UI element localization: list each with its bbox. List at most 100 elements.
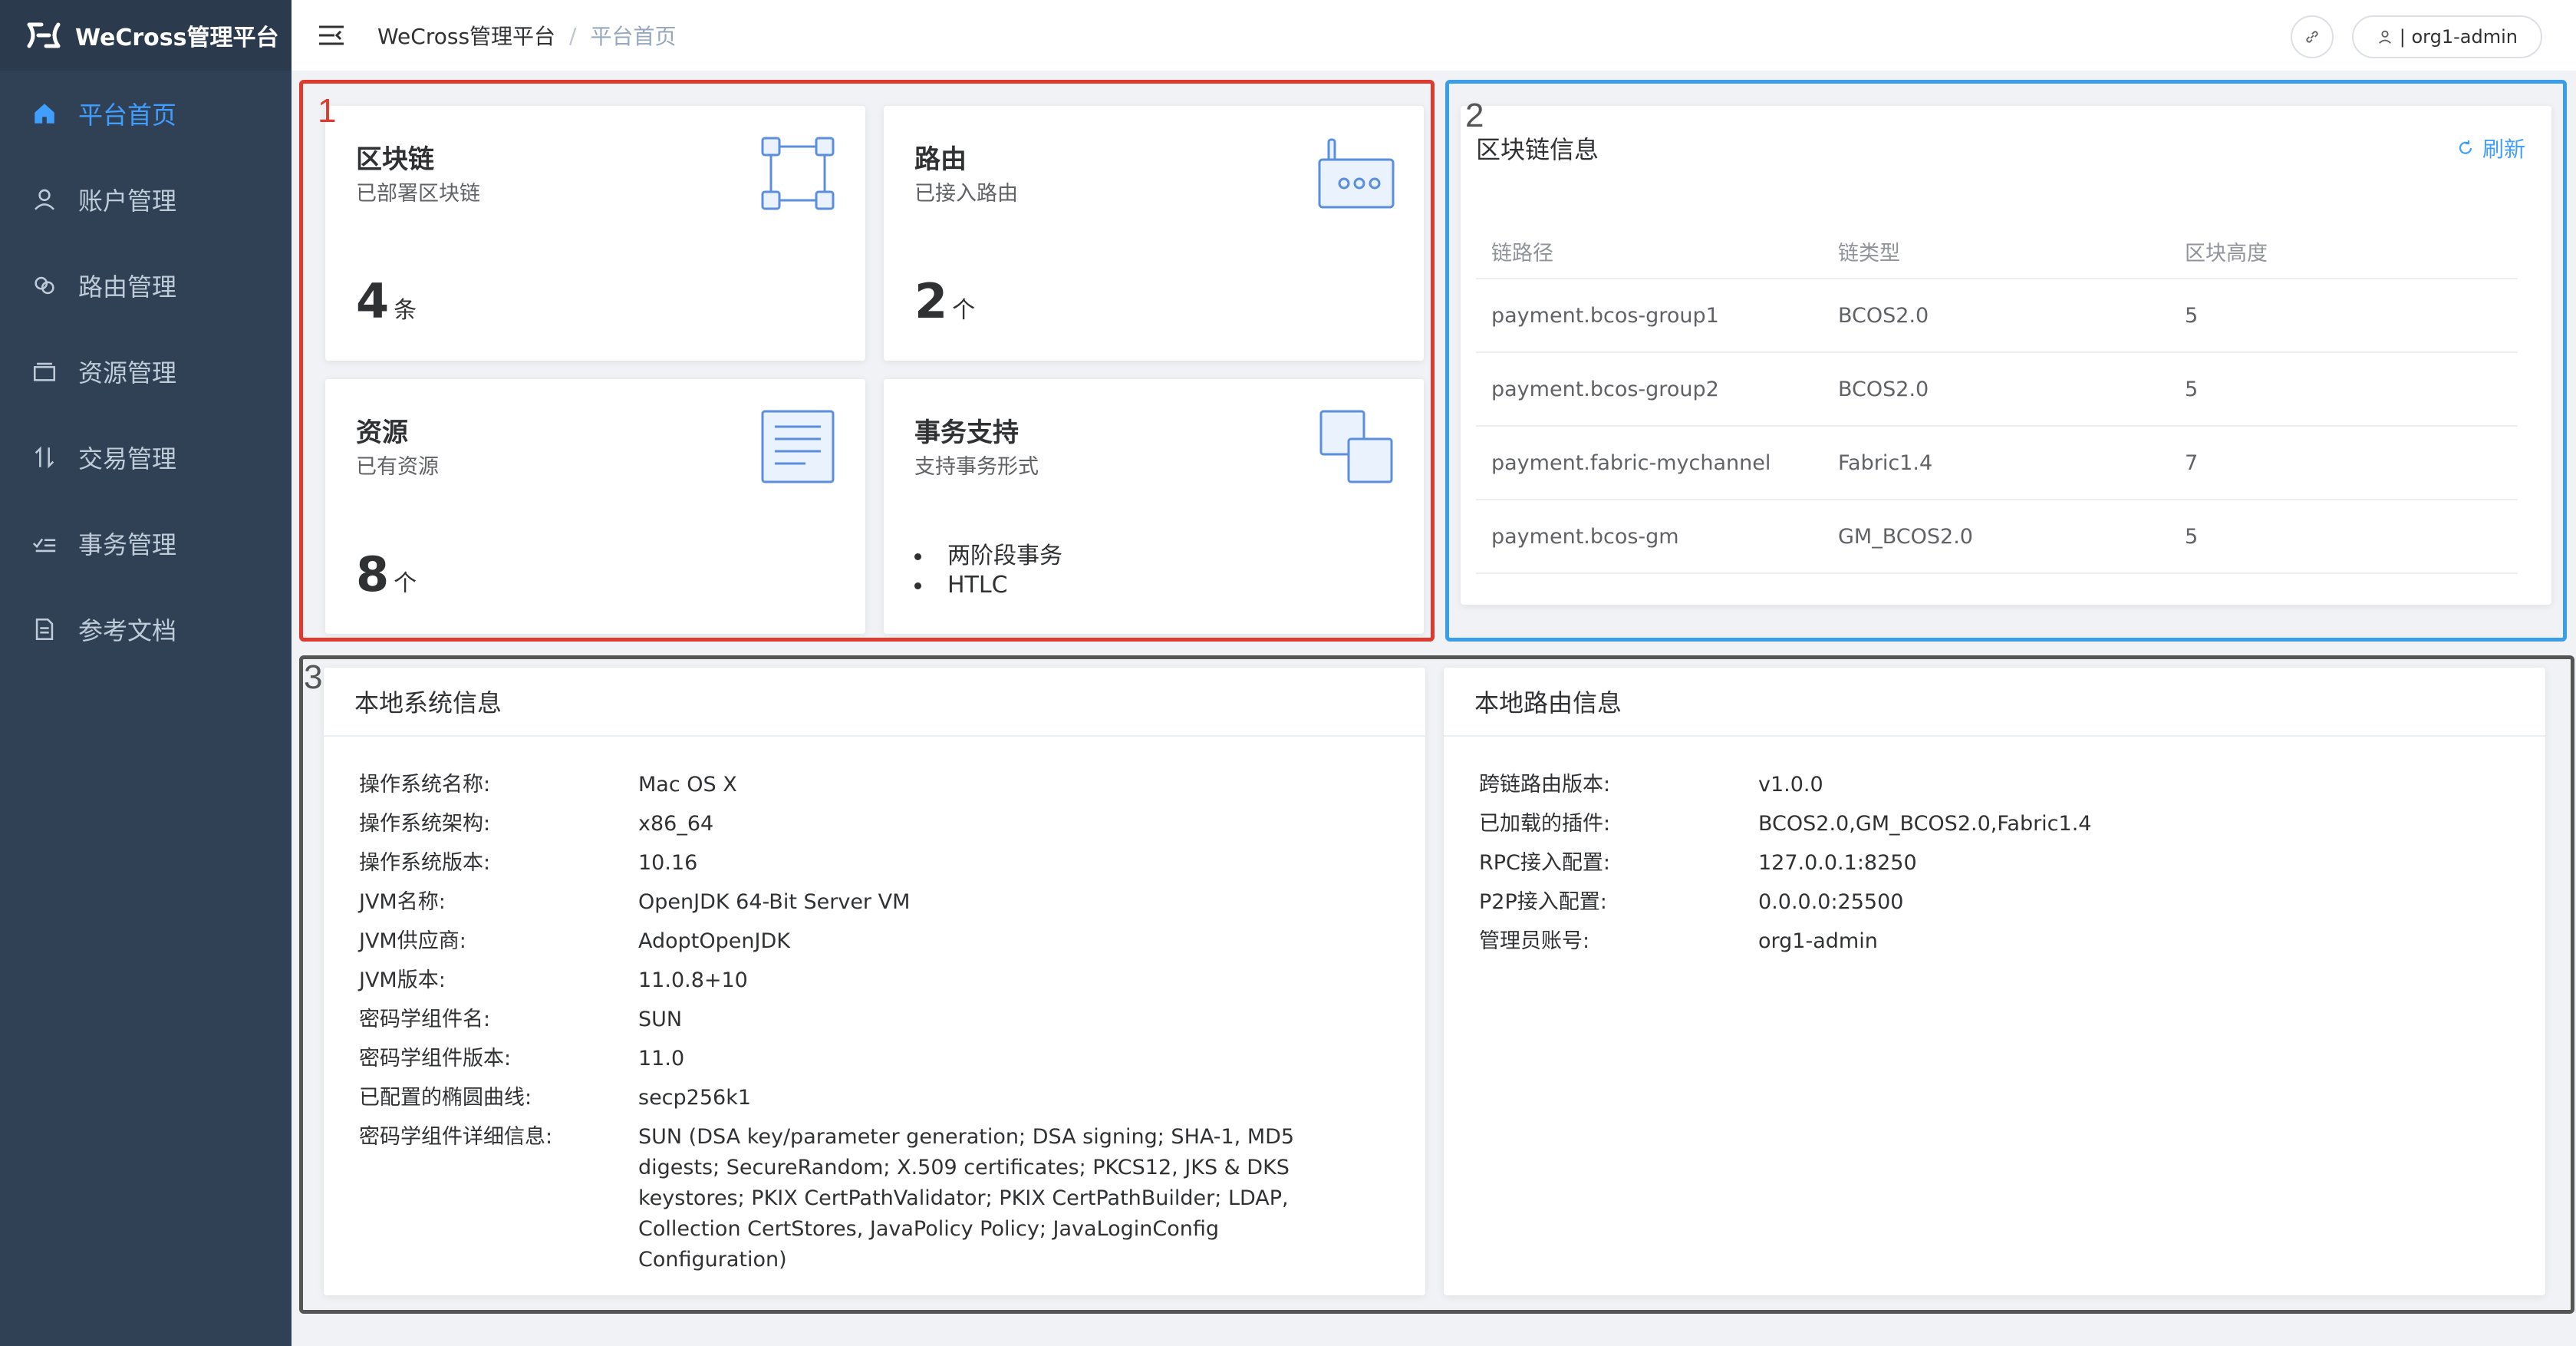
link-icon [29,270,60,301]
blockchain-icon [761,137,835,210]
router-info-list: 跨链路由版本: v1.0.0 已加载的插件: BCOS2.0,GM_BCOS2.0,… [1479,772,2472,968]
router-count-card: 路由 已接入路由 2个 [884,106,1424,361]
breadcrumb-root[interactable]: WeCross管理平台 [377,20,555,51]
sidebar-item-label: 事务管理 [78,530,177,559]
annotation-label-2: 2 [1465,97,1484,134]
stat-subtitle: 已有资源 [356,455,439,479]
info-row: 操作系统名称: Mac OS X [359,773,737,797]
transaction-types-list: 两阶段事务 HTLC [914,542,1062,600]
stat-subtitle: 已部署区块链 [356,182,480,206]
table-row[interactable]: payment.bcos-group1 BCOS2.0 5 [1476,279,2518,353]
stat-value: 4条 [356,273,417,329]
table-row[interactable]: payment.bcos-group2 BCOS2.0 5 [1476,353,2518,427]
table-cell: payment.bcos-group1 [1491,303,1719,328]
info-row: 跨链路由版本: v1.0.0 [1479,773,1823,797]
resource-doc-icon [761,410,835,483]
annotation-label-3: 3 [304,658,323,696]
checklist-icon [29,528,60,559]
list-item: HTLC [914,571,1062,600]
link-icon [2306,31,2318,43]
info-row: 已加载的插件: BCOS2.0,GM_BCOS2.0,Fabric1.4 [1479,812,2092,836]
sidebar-item-routers[interactable]: 路由管理 [0,242,292,328]
info-row: 管理员账号: org1-admin [1479,929,1878,953]
stat-title: 资源 [356,417,408,448]
table-row[interactable]: payment.bcos-gm GM_BCOS2.0 5 [1476,500,2518,574]
card-title: 本地路由信息 [1444,668,2545,737]
column-header[interactable]: 链类型 [1823,236,2169,266]
column-header[interactable]: 区块高度 [2169,236,2518,266]
user-icon [29,184,60,215]
collapse-menu-icon[interactable] [316,20,347,51]
table-cell: GM_BCOS2.0 [1838,524,1973,549]
home-icon [29,98,60,129]
card-title: 区块链信息 [1476,135,1599,164]
table-cell: 5 [2185,524,2199,549]
system-info-list: 操作系统名称: Mac OS X 操作系统架构: x86_64 操作系统版本: 10.… [359,772,1352,1286]
info-row: RPC接入配置: 127.0.0.1:8250 [1479,851,1917,875]
table-cell: payment.bcos-group2 [1491,377,1719,401]
info-row: 操作系统架构: x86_64 [359,812,714,836]
card-header: 区块链信息 刷新 [1461,106,2551,190]
header-actions: | org1-admin [2290,15,2542,58]
stat-title: 路由 [914,144,967,175]
list-item: 两阶段事务 [914,542,1062,571]
sidebar-item-xa[interactable]: 事务管理 [0,500,292,586]
table-cell: 5 [2185,377,2199,401]
transaction-icon [29,442,60,473]
transaction-support-card: 事务支持 支持事务形式 两阶段事务 HTLC [884,379,1424,634]
router-info-card: 本地路由信息 跨链路由版本: v1.0.0 已加载的插件: BCOS2.0,GM_B… [1444,668,2545,1295]
breadcrumb-separator: / [569,22,577,48]
sidebar-item-label: 交易管理 [78,444,177,473]
chain-table: 链路径 链类型 区块高度 payment.bcos-group1 BCOS2.0… [1476,224,2518,574]
info-row: JVM版本: 11.0.8+10 [359,968,748,992]
table-cell: payment.bcos-gm [1491,524,1679,549]
system-info-card: 本地系统信息 操作系统名称: Mac OS X 操作系统架构: x86_64 操作系… [324,668,1425,1295]
sidebar-item-transactions[interactable]: 交易管理 [0,414,292,500]
user-icon [2378,30,2391,44]
top-header: WeCross管理平台 / 平台首页 | org1-admin [292,0,2576,71]
table-cell: BCOS2.0 [1838,377,1929,401]
breadcrumb-current: 平台首页 [590,24,677,49]
stat-value: 8个 [356,546,417,602]
overlap-squares-icon [1319,410,1393,483]
info-row: 密码学组件版本: 11.0 [359,1047,685,1071]
wecross-logo-icon [26,20,61,51]
user-menu-button[interactable]: | org1-admin [2351,15,2542,58]
card-title: 本地系统信息 [324,668,1425,737]
user-name: | org1-admin [2399,26,2518,48]
refresh-button[interactable]: 刷新 [2456,133,2525,163]
table-header-row: 链路径 链类型 区块高度 [1476,224,2518,279]
table-row[interactable]: payment.fabric-mychannel Fabric1.4 7 [1476,427,2518,500]
app-logo[interactable]: WeCross管理平台 [0,0,292,71]
sidebar-menu: 平台首页 账户管理 路由管理 资源管理 交易管理 事务管理 参考文档 [0,71,292,672]
column-header[interactable]: 链路径 [1476,236,1823,266]
sidebar-item-docs[interactable]: 参考文档 [0,586,292,672]
info-row: JVM名称: OpenJDK 64-Bit Server VM [359,890,911,914]
stat-value: 2个 [914,273,976,329]
sidebar-item-label: 资源管理 [78,358,177,388]
annotation-label-1: 1 [318,92,337,130]
info-row: 密码学组件详细信息: SUN (DSA key/parameter generat… [359,1125,1295,1272]
sidebar: WeCross管理平台 平台首页 账户管理 路由管理 资源管理 交易管理 事务管… [0,0,292,1346]
folder-icon [29,356,60,387]
sidebar-item-accounts[interactable]: 账户管理 [0,157,292,242]
sidebar-item-resources[interactable]: 资源管理 [0,328,292,414]
breadcrumb: WeCross管理平台 / 平台首页 [377,20,676,51]
sidebar-item-label: 账户管理 [78,186,177,216]
sidebar-item-label: 平台首页 [78,101,177,130]
table-cell: Fabric1.4 [1838,450,1933,475]
table-cell: 5 [2185,303,2199,328]
resource-count-card: 资源 已有资源 8个 [325,379,865,634]
info-row: P2P接入配置: 0.0.0.0:25500 [1479,890,1904,914]
link-button[interactable] [2290,15,2334,58]
chain-info-card: 区块链信息 刷新 链路径 链类型 区块高度 payment.bcos-group… [1461,106,2551,605]
app-title: WeCross管理平台 [75,25,279,51]
stat-title: 区块链 [356,144,434,175]
info-row: 已配置的椭圆曲线: secp256k1 [359,1086,752,1110]
sidebar-item-home[interactable]: 平台首页 [0,71,292,157]
table-cell: payment.fabric-mychannel [1491,450,1771,475]
table-cell: 7 [2185,450,2199,475]
table-cell: BCOS2.0 [1838,303,1929,328]
chain-count-card: 区块链 已部署区块链 4条 [325,106,865,361]
stat-subtitle: 支持事务形式 [914,455,1039,479]
